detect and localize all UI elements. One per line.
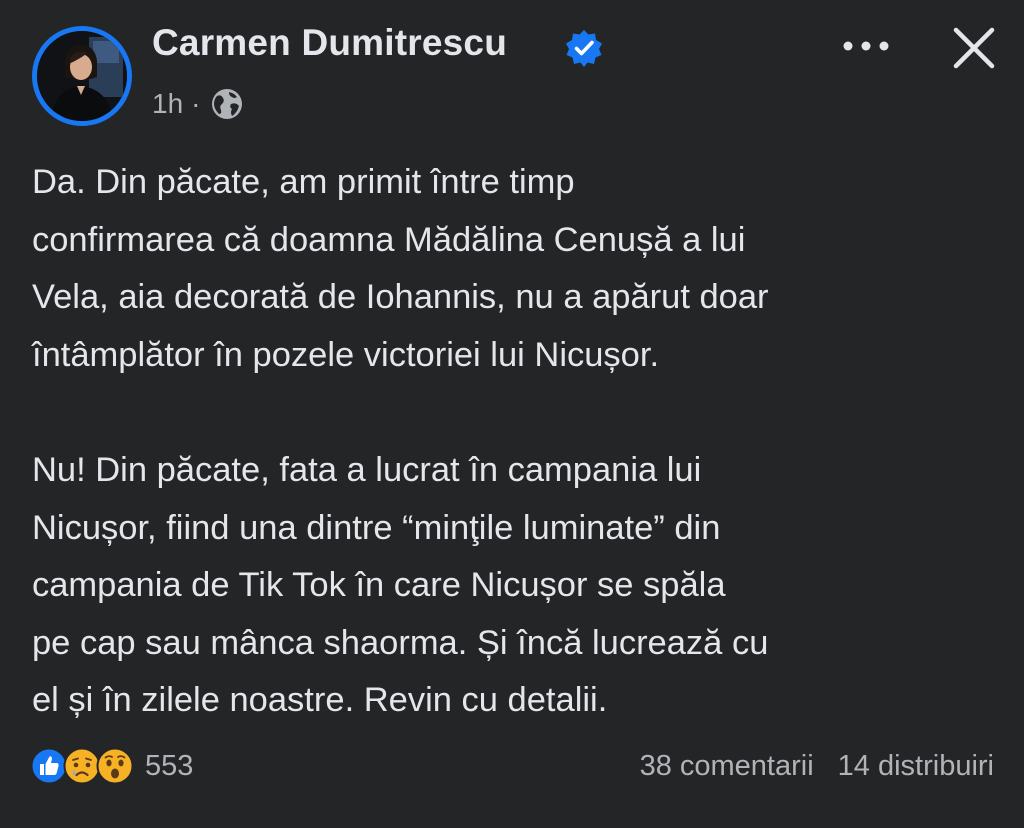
post-footer: 553 38 comentarii 14 distribuiri (30, 742, 996, 790)
author-name[interactable]: Carmen Dumitrescu (152, 22, 507, 64)
post-text-line: campania de Tik Tok în care Nicușor se s… (32, 566, 726, 604)
post-text-line: Nicușor, fiind una dintre “minţile lumin… (32, 508, 721, 547)
avatar-photo (37, 31, 127, 121)
post-text-line: confirmarea că doamna Mădălina Cenușă a … (32, 220, 746, 259)
globe-icon (212, 89, 243, 119)
verified-badge-icon (566, 30, 602, 67)
post-header: Carmen Dumitrescu 1h · (0, 0, 1024, 130)
post-text-line: el și în zilele noastre. Revin cu detali… (32, 681, 608, 719)
post-text-line: Vela, aia decorată de Iohannis, nu a apă… (32, 278, 769, 316)
meta-separator: · (191, 88, 201, 119)
post-text-line: pe cap sau mânca shaorma. Și încă lucrea… (32, 623, 769, 662)
avatar[interactable] (32, 26, 132, 126)
post-text-line: Nu! Din păcate, fata a lucrat în campani… (32, 451, 702, 489)
reactions-summary[interactable]: 553 (30, 742, 193, 790)
close-icon[interactable] (946, 20, 1002, 76)
comments-count-link[interactable]: 38 comentarii (640, 750, 814, 783)
post-text-line: Da. Din păcate, am primit între timp (32, 163, 575, 201)
post-timestamp[interactable]: 1h (152, 88, 183, 120)
engagement-stats: 38 comentarii 14 distribuiri (640, 742, 994, 790)
reaction-count[interactable]: 553 (145, 750, 193, 783)
wow-icon (96, 747, 134, 785)
more-options-icon[interactable] (840, 30, 892, 62)
post-text-line: întâmplător în pozele victoriei lui Nicu… (32, 335, 660, 374)
post-text: Da. Din păcate, am primit între timp con… (32, 154, 1002, 730)
shares-count-link[interactable]: 14 distribuiri (838, 750, 994, 783)
post-meta: 1h · (152, 84, 244, 124)
